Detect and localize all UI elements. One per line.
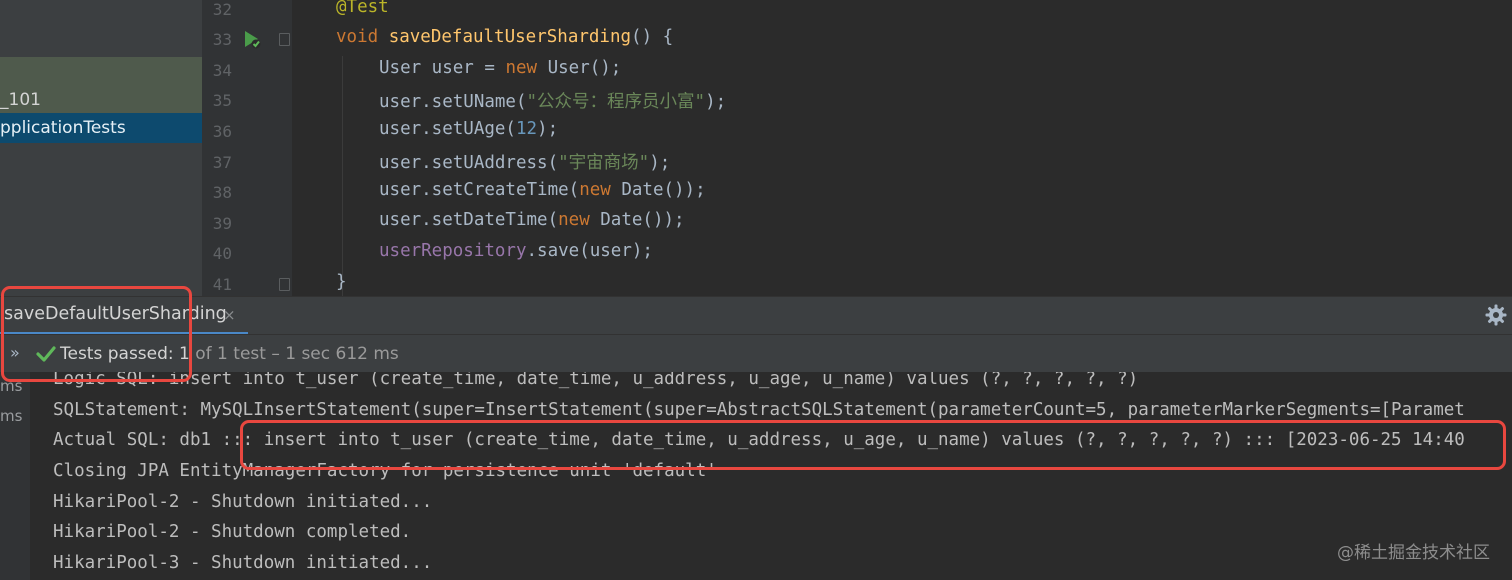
fold-marker-icon[interactable]: [279, 278, 290, 291]
method-name-token: saveDefaultUserSharding: [388, 27, 632, 47]
test-results-tree: ms ms: [0, 372, 30, 580]
code-line: user.setUName("公众号：程序员小富");: [379, 88, 726, 113]
keyword-token: void: [336, 27, 379, 47]
code-token: .save(user);: [526, 241, 653, 261]
code-token: () {: [631, 27, 674, 47]
keyword-token: new: [558, 210, 590, 230]
string-token: "公众号：程序员小富": [526, 92, 706, 112]
watermark: @稀土掘金技术社区: [1337, 543, 1490, 563]
fold-marker-icon[interactable]: [279, 33, 290, 46]
indent-guide: [342, 56, 343, 296]
code-token: Date());: [589, 210, 685, 230]
line-number: 32: [212, 0, 232, 19]
code-token: user.setUAge(: [379, 119, 516, 139]
console-line: HikariPool-2 - Shutdown completed.: [53, 522, 412, 542]
code-token: user.setDateTime(: [379, 210, 559, 230]
code-editor[interactable]: 32 33 34 35 36 37 38 39 40 41 @Test void…: [202, 0, 1512, 296]
field-token: userRepository: [379, 241, 527, 261]
code-token: user.setCreateTime(: [379, 180, 580, 200]
code-token: }: [336, 272, 347, 292]
string-token: "宇宙商场": [558, 153, 650, 173]
project-tree-item[interactable]: _101: [0, 85, 202, 115]
project-tree-item-label: pplicationTests: [0, 118, 126, 138]
line-number: 38: [212, 183, 232, 202]
line-number: 40: [212, 244, 232, 263]
close-icon[interactable]: ×: [223, 306, 236, 324]
line-number: 35: [212, 91, 232, 110]
code-line: user.setDateTime(new Date());: [379, 210, 685, 230]
code-line: userRepository.save(user);: [379, 241, 653, 261]
line-number: 36: [212, 122, 232, 141]
code-token: );: [649, 153, 671, 173]
line-number: 39: [212, 214, 232, 233]
code-token: Date());: [610, 180, 706, 200]
console-line: SQLStatement: MySQLInsertStatement(super…: [53, 400, 1465, 420]
highlight-box-test-status: [1, 286, 192, 382]
code-token: User();: [537, 58, 622, 78]
code-token: );: [705, 92, 727, 112]
line-number: 34: [212, 61, 232, 80]
line-number: 41: [212, 275, 232, 294]
code-line: user.setUAddress("宇宙商场");: [379, 149, 670, 174]
console-line: Logic SQL: insert into t_user (create_ti…: [53, 372, 1139, 389]
keyword-token: new: [505, 58, 538, 78]
console-line: HikariPool-2 - Shutdown initiated...: [53, 492, 433, 512]
test-status-bar: » Tests passed: 1 of 1 test – 1 sec 612 …: [0, 334, 1512, 373]
console-line: HikariPool-3 - Shutdown initiated...: [53, 553, 433, 573]
keyword-token: new: [579, 180, 611, 200]
highlight-box-actual-sql: [240, 420, 1506, 470]
code-token: user.setUAddress(: [379, 153, 559, 173]
code-line: user.setUAge(12);: [379, 119, 558, 139]
code-line: }: [336, 272, 347, 292]
code-line: user.setCreateTime(new Date());: [379, 180, 706, 200]
line-number: 37: [212, 153, 232, 172]
code-token: User user =: [379, 58, 506, 78]
project-tree-item-label: _101: [0, 90, 41, 110]
run-test-icon[interactable]: [242, 29, 262, 49]
console-output[interactable]: Logic SQL: insert into t_user (create_ti…: [30, 372, 1512, 580]
project-tree-item-selected[interactable]: pplicationTests: [0, 113, 202, 143]
project-tree-item[interactable]: [0, 57, 202, 87]
code-line: void saveDefaultUserSharding() {: [336, 27, 673, 47]
gear-icon[interactable]: [1484, 303, 1508, 327]
editor-gutter: 32 33 34 35 36 37 38 39 40 41: [202, 0, 292, 296]
test-time-label: ms: [0, 407, 23, 425]
run-tab-bar: saveDefaultUserSharding ×: [0, 296, 1512, 335]
test-duration-detail: of 1 test – 1 sec 612 ms: [189, 344, 399, 364]
line-number: 33: [212, 30, 232, 49]
code-token: );: [537, 119, 559, 139]
code-line: User user = new User();: [379, 58, 621, 78]
number-token: 12: [515, 119, 538, 139]
project-panel: _101 pplicationTests: [0, 0, 202, 296]
code-line: @Test: [336, 0, 389, 17]
code-token: user.setUName(: [379, 92, 527, 112]
annotation-token: @Test: [336, 0, 389, 17]
